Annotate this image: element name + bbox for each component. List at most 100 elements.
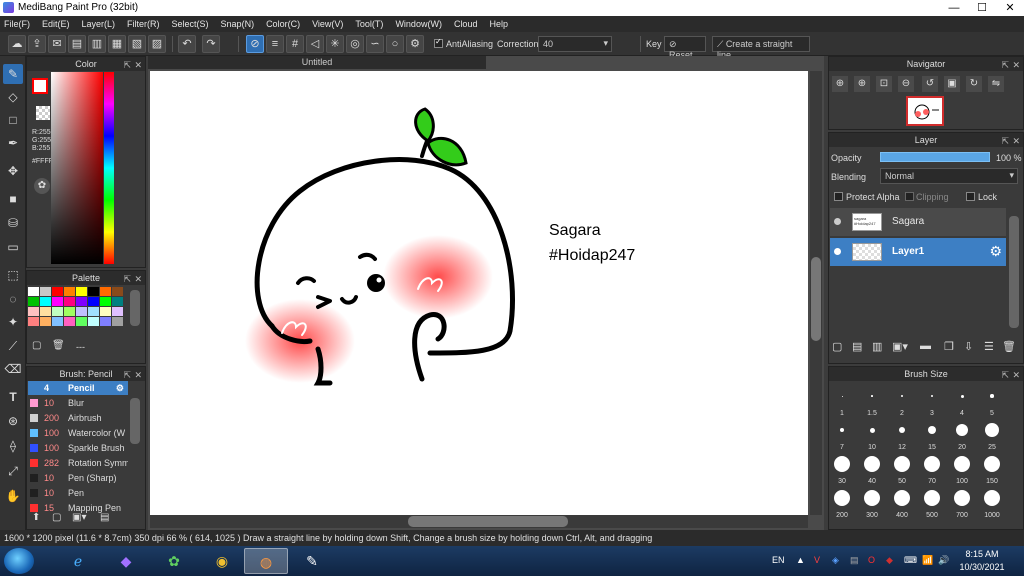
gear-icon[interactable]: ⚙ [989,243,1002,260]
palette-swatch[interactable] [88,307,99,316]
brush-size-dot[interactable] [894,490,910,506]
brush-size-dot[interactable] [985,423,999,437]
gear-icon[interactable]: ⚙ [116,381,124,395]
layout-icon[interactable]: ▨ [148,35,166,53]
snap-curve-icon[interactable]: ∽ [366,35,384,53]
tray-volume-icon[interactable]: 🔊 [938,555,949,566]
brush-size-dot[interactable] [894,456,910,472]
menu-help[interactable]: Help [489,19,508,29]
bucket-icon[interactable]: ⛁ [3,213,23,233]
palette-swatch[interactable] [100,287,111,296]
palette-swatch[interactable] [100,297,111,306]
menu-filter[interactable]: Filter(R) [127,19,160,29]
popout-icon[interactable]: ⇱ [123,368,131,382]
palette-swatch[interactable] [112,317,123,326]
brush-size-dot[interactable] [899,427,905,433]
palette-swatch[interactable] [40,287,51,296]
horizontal-scroll-thumb[interactable] [408,516,568,527]
brush-size-dot[interactable] [901,395,903,397]
fit-icon[interactable]: ⊡ [876,76,892,92]
brush-list-item[interactable]: 10 Blur [28,396,128,410]
menu-layer[interactable]: Layer(L) [82,19,116,29]
divide-icon[interactable]: ⤢ [3,461,23,481]
vertical-scroll-thumb[interactable] [811,257,821,341]
rectangle-icon[interactable]: □ [3,110,23,130]
document-icon[interactable]: ▤ [68,35,86,53]
zoom-icon[interactable]: ⊕ [832,76,848,92]
palette-scrollbar[interactable] [130,290,140,326]
pen-icon[interactable]: ✒ [3,133,23,153]
page-icon[interactable]: ▥ [88,35,106,53]
antialiasing-checkbox[interactable] [434,37,443,48]
palette-swatch[interactable] [76,317,87,326]
navigator-preview[interactable] [906,96,944,126]
new-brush-icon[interactable]: ▢ [52,512,61,523]
layer-menu-icon[interactable]: ☰ [984,340,994,353]
brush-size-dot[interactable] [984,456,1000,472]
tray-signal-icon[interactable]: 📶 [922,555,933,566]
popout-icon[interactable]: ⇱ [123,272,131,286]
chrome-icon[interactable]: ◉ [200,548,244,574]
snap-perspective-icon[interactable]: ◁ [306,35,324,53]
palette-swatch[interactable] [64,307,75,316]
tray-antivirus-icon[interactable]: ◆ [886,555,893,566]
palette-swatch[interactable] [28,287,39,296]
palette-swatch[interactable] [52,287,63,296]
snap-grid-icon[interactable]: # [286,35,304,53]
palette-swatch[interactable] [64,317,75,326]
brush-list-item[interactable]: 10 Pen (Sharp) [28,471,128,485]
minimize-button[interactable]: — [940,0,968,16]
menu-window[interactable]: Window(W) [395,19,442,29]
app-green-icon[interactable]: ✿ [152,548,196,574]
close-icon[interactable]: ✕ [134,272,142,286]
palette-swatch[interactable] [28,297,39,306]
protect-alpha-checkbox[interactable] [834,192,843,201]
maximize-button[interactable]: ☐ [968,0,996,16]
brush-size-dot[interactable] [840,428,844,432]
brush-list-item[interactable]: 10 Pen [28,486,128,500]
close-icon[interactable]: ✕ [134,368,142,382]
pages-icon[interactable]: ▦ [108,35,126,53]
palette-swatch[interactable] [112,297,123,306]
palette-swatch[interactable] [100,307,111,316]
brush-size-dot[interactable] [924,456,940,472]
brush-settings-icon[interactable]: ▤ [100,512,109,523]
reset-button[interactable]: ⊘ Reset [664,36,706,60]
snap-radial-icon[interactable]: ✳ [326,35,344,53]
document-tab[interactable]: Untitled [148,56,486,69]
palette-swatch[interactable] [100,317,111,326]
comment-icon[interactable]: ✉ [48,35,66,53]
select-eraser-icon[interactable]: ⌫ [3,359,23,379]
start-button[interactable] [4,548,34,574]
brush-size-dot[interactable] [834,456,850,472]
menu-color[interactable]: Color(C) [266,19,300,29]
close-icon[interactable]: ✕ [1012,368,1020,382]
hue-slider[interactable] [104,72,114,264]
tray-unikey-icon[interactable]: ▤ [850,555,859,566]
palette-swatch[interactable] [88,287,99,296]
menu-tool[interactable]: Tool(T) [355,19,383,29]
layer-scrollbar[interactable] [1009,216,1019,328]
snap-settings-icon[interactable]: ⚙ [406,35,424,53]
menu-view[interactable]: View(V) [312,19,343,29]
eraser-icon[interactable]: ◇ [3,87,23,107]
new-layer-icon[interactable]: ▢ [832,340,842,353]
cloud-icon[interactable]: ☁ [8,35,26,53]
snap-off-icon[interactable]: ⊘ [246,35,264,53]
brush-size-dot[interactable] [871,395,873,397]
add-layer-menu-icon[interactable]: ▣▾ [892,340,908,353]
magic-wand-icon[interactable]: ✦ [3,312,23,332]
palette-swatch[interactable] [64,297,75,306]
palette-swatch[interactable] [64,287,75,296]
new-8bit-layer-icon[interactable]: ▥ [872,340,882,353]
brush-size-dot[interactable] [960,394,964,398]
operation-icon[interactable]: ⊛ [3,411,23,431]
palette-swatch[interactable] [40,297,51,306]
zoom-in-icon[interactable]: ⊕ [854,76,870,92]
hand-icon[interactable]: ✋ [3,486,23,506]
gradient-icon[interactable]: ▭ [3,237,23,257]
fill-icon[interactable]: ■ [3,189,23,209]
delete-palette-icon[interactable]: 🗑 [52,340,65,351]
layer-row-sagara[interactable]: sagara #Hoidap247 Sagara [830,208,1006,236]
foreground-color-swatch[interactable] [32,78,48,94]
